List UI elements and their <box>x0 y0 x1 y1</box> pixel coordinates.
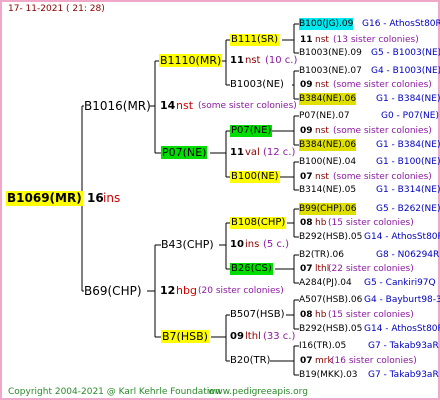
gen2-1-note: (10 c.) <box>265 55 298 66</box>
gen1-dam-queen: B69(CHP) <box>84 284 142 298</box>
gen3-3-note: (some sister colonies) <box>333 126 432 136</box>
gen3-5-queen: B108(CHP) <box>230 217 287 229</box>
gen3-2-station: nst <box>315 80 329 90</box>
gen1-sire-year: 14 <box>160 99 176 112</box>
gen4-7-queen: B100(NE).04 <box>299 157 357 167</box>
gen1-dam-year: 12 <box>160 284 176 297</box>
gen2-1-station: nst <box>245 55 261 66</box>
gen3-8-queen: B20(TR) <box>230 355 271 366</box>
gen4-7-line: G1 - B100(NE) <box>376 157 440 167</box>
gen4-3-line: G4 - B1003(NE) <box>371 66 440 76</box>
gen4-1-queen: B100(JG).09 <box>299 18 354 30</box>
gen4-12-queen: A284(PJ).04 <box>299 278 352 288</box>
gen4-6-line: G1 - B384(NE) <box>376 140 440 150</box>
gen4-2-line: G5 - B1003(NE) <box>371 48 440 58</box>
root-queen: B1069(MR) <box>6 191 83 206</box>
gen4-14-line: G14 - AthosSt80R <box>364 324 440 334</box>
root-year: 16 <box>87 191 104 205</box>
gen4-10-queen: B292(HSB).05 <box>299 232 363 242</box>
gen2-2-note: (12 c.) <box>263 147 296 158</box>
gen3-7-station: hb <box>315 310 327 320</box>
gen3-6-year: 07 <box>300 264 313 274</box>
gen4-3-queen: B1003(NE).07 <box>299 66 362 76</box>
gen3-2-note: (some sister colonies) <box>333 80 432 90</box>
gen4-9-line: G5 - B262(NE) <box>376 204 440 214</box>
gen3-7-year: 08 <box>300 310 313 320</box>
gen4-16-line: G7 - Takab93aR <box>368 370 439 380</box>
root-station: ins <box>103 191 121 205</box>
gen4-9-queen: B99(CHP).06 <box>299 203 357 215</box>
gen4-11-line: G8 - N06294R <box>376 250 440 260</box>
gen2-2-queen: P07(NE) <box>161 146 208 159</box>
gen4-16-queen: B19(MKK).03 <box>299 370 358 380</box>
gen3-4-year: 07 <box>300 172 313 182</box>
gen1-sire-note: (some sister colonies) <box>198 101 297 111</box>
gen4-8-line: G1 - B314(NE) <box>376 185 440 195</box>
footer-copyright: Copyright 2004-2021 @ Karl Kehrle Founda… <box>8 387 221 397</box>
gen3-2-queen: B1003(NE) <box>230 79 284 90</box>
gen4-13-queen: A507(HSB).06 <box>299 295 363 305</box>
gen4-8-queen: B314(NE).05 <box>299 185 357 195</box>
gen4-6-queen: B384(NE).06 <box>299 139 357 151</box>
gen2-4-year: 09 <box>230 331 244 342</box>
gen3-3-year: 09 <box>300 126 313 136</box>
gen2-1-year: 11 <box>230 55 244 66</box>
gen1-sire-station: nst <box>176 99 194 112</box>
gen4-5-queen: P07(NE).07 <box>299 111 350 121</box>
gen2-4-note: (33 c.) <box>263 331 296 342</box>
gen3-6-note: (22 sister colonies) <box>328 264 414 274</box>
gen4-14-queen: B292(HSB).05 <box>299 324 363 334</box>
gen3-5-year: 08 <box>300 218 313 228</box>
gen2-4-queen: B7(HSB) <box>161 330 209 343</box>
gen4-4-queen: B384(NE).06 <box>299 93 357 105</box>
gen4-2-queen: B1003(NE).09 <box>299 48 362 58</box>
gen3-4-note: (some sister colonies) <box>333 172 432 182</box>
gen3-2-year: 09 <box>300 80 313 90</box>
gen3-7-note: (15 sister colonies) <box>328 310 414 320</box>
gen2-3-queen: B43(CHP) <box>161 238 214 251</box>
gen4-4-line: G1 - B384(NE) <box>376 94 440 104</box>
gen2-1-queen: B1110(MR) <box>159 54 223 67</box>
gen2-2-station: val <box>245 147 260 158</box>
gen3-5-note: (15 sister colonies) <box>328 218 414 228</box>
gen2-3-note: (5 c.) <box>263 239 290 250</box>
gen4-1-line: G16 - AthosSt80R <box>362 19 440 29</box>
gen3-1-year: 11 <box>300 35 313 45</box>
gen3-3-station: nst <box>315 126 329 136</box>
gen2-2-year: 11 <box>230 147 244 158</box>
gen1-sire-queen: B1016(MR) <box>84 99 151 113</box>
gen2-3-year: 10 <box>230 239 244 250</box>
gen2-4-station: lthl <box>245 331 261 342</box>
gen3-5-station: hb <box>315 218 327 228</box>
gen4-13-line: G4 - Bayburt98-3 <box>364 295 440 305</box>
gen4-11-queen: B2(TR).06 <box>299 250 344 260</box>
gen3-7-queen: B507(HSB) <box>230 309 285 320</box>
gen3-1-station: nst <box>315 35 329 45</box>
gen4-12-line: G5 - Cankiri97Q <box>364 278 436 288</box>
gen3-4-station: nst <box>315 172 329 182</box>
gen1-dam-note: (20 sister colonies) <box>198 286 284 296</box>
gen3-8-year: 07 <box>300 356 313 366</box>
gen3-8-note: (16 sister colonies) <box>331 356 417 366</box>
gen1-dam-station: hbg <box>176 284 197 297</box>
gen4-15-queen: I16(TR).05 <box>299 341 347 351</box>
timestamp: 17- 11-2021 ( 21: 28) <box>8 4 105 14</box>
gen2-3-station: ins <box>245 239 260 250</box>
footer-url[interactable]: www.pedigreeapis.org <box>208 386 308 398</box>
gen3-4-queen: B100(NE) <box>230 171 280 183</box>
gen4-15-line: G7 - Takab93aR <box>368 341 439 351</box>
gen3-1-queen: B111(SR) <box>230 34 280 46</box>
gen4-5-line: G0 - P07(NE) <box>381 111 439 121</box>
gen4-10-line: G14 - AthosSt80R <box>364 232 440 242</box>
gen3-6-queen: B26(CS) <box>230 263 273 275</box>
gen3-1-note: (13 sister colonies) <box>333 35 419 45</box>
gen3-3-queen: P07(NE) <box>230 125 273 137</box>
